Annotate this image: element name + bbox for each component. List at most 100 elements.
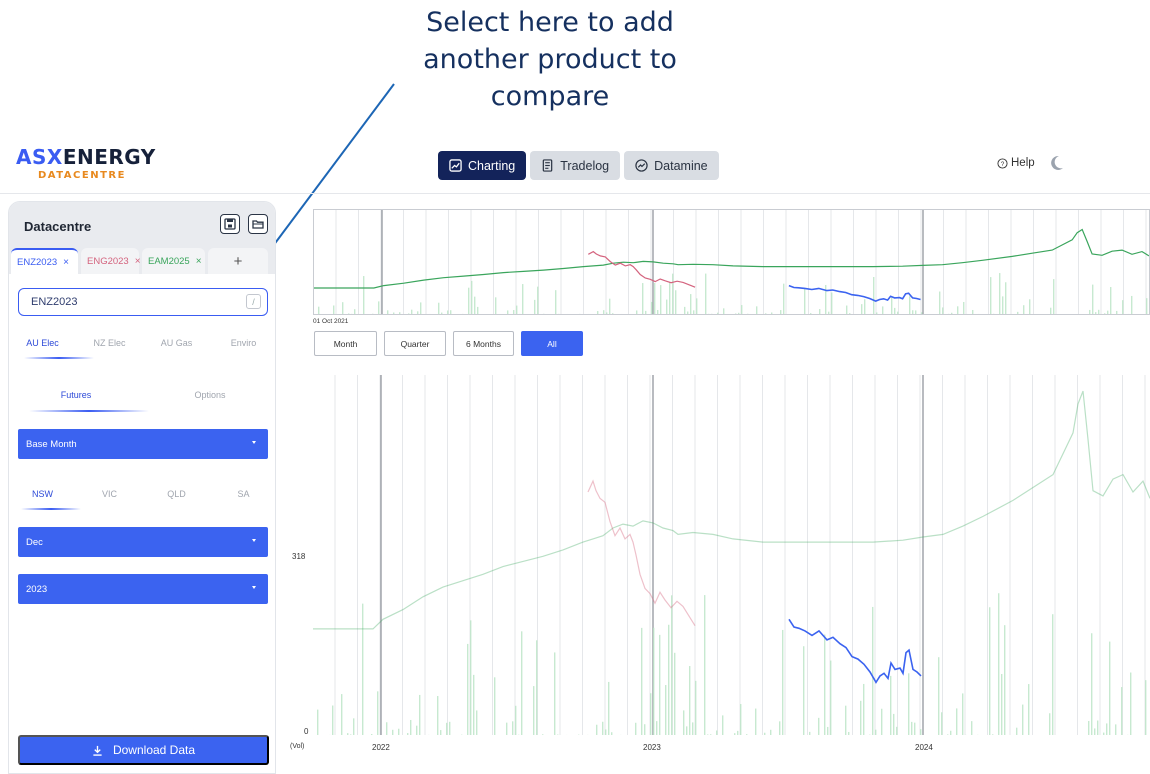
- dropdown-value: 2023: [26, 583, 48, 595]
- volume-bar: [318, 306, 320, 314]
- range-quarter-button[interactable]: Quarter: [384, 331, 446, 356]
- overview-chart[interactable]: [313, 209, 1150, 315]
- volume-bar: [722, 715, 724, 735]
- volume-bar: [737, 730, 739, 735]
- volume-bar: [810, 313, 812, 314]
- volume-bar: [689, 666, 691, 735]
- download-data-button[interactable]: Download Data: [18, 735, 269, 765]
- volume-bar: [860, 700, 862, 735]
- volume-bar: [450, 310, 452, 314]
- volume-bar: [507, 310, 509, 314]
- range-month-button[interactable]: Month: [314, 331, 377, 356]
- year-dropdown[interactable]: 2023: [18, 574, 268, 604]
- volume-bar: [971, 721, 973, 735]
- callout-line: Select here to add: [426, 7, 674, 38]
- range-all-button[interactable]: All: [521, 331, 583, 356]
- market-option-au-gas[interactable]: AU Gas: [143, 338, 210, 348]
- nav-charting-button[interactable]: Charting: [438, 151, 527, 180]
- volume-bar: [446, 722, 448, 735]
- volume-bar: [611, 732, 613, 735]
- volume-bar: [897, 311, 899, 314]
- tab-enz2023[interactable]: ENZ2023 ×: [11, 248, 78, 274]
- type-option-futures[interactable]: Futures: [9, 390, 143, 400]
- moon-icon[interactable]: [1050, 155, 1064, 171]
- help-circle-icon: ?: [997, 157, 1008, 169]
- volume-bar: [513, 310, 515, 314]
- volume-bar: [695, 680, 697, 735]
- region-option-nsw[interactable]: NSW: [9, 489, 76, 499]
- volume-bar: [1002, 296, 1004, 314]
- nav-tradelog-button[interactable]: Tradelog: [530, 151, 621, 180]
- volume-bar: [1110, 287, 1112, 314]
- volume-bar: [659, 634, 661, 735]
- volume-bar: [555, 290, 557, 314]
- tab-eam2025[interactable]: EAM2025 ×: [142, 248, 205, 274]
- volume-bar: [665, 685, 667, 735]
- volume-bar: [348, 313, 350, 314]
- caret-down-icon: [252, 539, 256, 542]
- contract-type-dropdown[interactable]: Base Month: [18, 429, 268, 459]
- volume-bar: [780, 310, 782, 314]
- volume-bar: [419, 694, 421, 735]
- y-tick-label: 318: [292, 552, 306, 561]
- market-option-enviro[interactable]: Enviro: [210, 338, 275, 348]
- main-price-chart[interactable]: [313, 375, 1150, 735]
- volume-bar: [1107, 310, 1109, 314]
- header-divider: [0, 193, 1150, 194]
- volume-bar: [746, 734, 748, 735]
- series-line: [588, 250, 696, 288]
- volume-bar: [1115, 724, 1117, 735]
- callout-line: compare: [490, 81, 610, 112]
- volume-bar: [891, 296, 893, 314]
- tab-eng2023[interactable]: ENG2023 ×: [81, 248, 141, 274]
- svg-text:?: ?: [1001, 160, 1005, 167]
- product-input-value: ENZ2023: [31, 296, 78, 308]
- market-option-nz-elec[interactable]: NZ Elec: [76, 338, 143, 348]
- month-dropdown[interactable]: Dec: [18, 527, 268, 557]
- volume-bar: [332, 705, 334, 735]
- volume-bar: [671, 595, 673, 735]
- volume-bar: [635, 722, 637, 735]
- region-option-sa[interactable]: SA: [210, 489, 275, 499]
- volume-bar: [912, 310, 914, 314]
- volume-bar: [536, 640, 538, 735]
- nav-datamine-button[interactable]: Datamine: [624, 151, 719, 180]
- product-search-input[interactable]: ENZ2023 /: [18, 288, 268, 316]
- open-button[interactable]: [248, 214, 268, 234]
- type-option-options[interactable]: Options: [143, 390, 275, 400]
- volume-bar: [951, 312, 953, 314]
- trend-icon: [635, 159, 648, 172]
- close-icon[interactable]: ×: [63, 257, 69, 268]
- volume-bar: [783, 283, 785, 314]
- volume-bar: [921, 312, 923, 314]
- volume-bar: [653, 627, 655, 735]
- close-icon[interactable]: ×: [135, 256, 141, 267]
- volume-bar: [437, 696, 439, 735]
- volume-bar: [920, 729, 922, 735]
- volume-bar: [893, 713, 895, 735]
- series-line: [587, 479, 696, 627]
- volume-bar: [894, 307, 896, 314]
- volume-bar: [740, 704, 742, 735]
- volume-bar: [470, 620, 472, 735]
- save-button[interactable]: [220, 214, 240, 234]
- market-option-au-elec[interactable]: AU Elec: [9, 338, 76, 348]
- volume-bar: [420, 302, 422, 314]
- add-product-tab-button[interactable]: +: [208, 248, 268, 274]
- volume-bar: [342, 302, 344, 314]
- close-icon[interactable]: ×: [196, 256, 202, 267]
- x-tick-label: 2024: [915, 743, 933, 752]
- volume-bar: [476, 710, 478, 735]
- range-6-months-button[interactable]: 6 Months: [453, 331, 514, 356]
- help-link[interactable]: ? Help: [997, 157, 1035, 169]
- tab-label: ENZ2023: [17, 256, 58, 268]
- region-option-qld[interactable]: QLD: [143, 489, 210, 499]
- region-option-vic[interactable]: VIC: [76, 489, 143, 499]
- volume-bar: [1131, 295, 1133, 314]
- volume-bar: [989, 607, 991, 735]
- volume-bar: [392, 729, 394, 735]
- volume-bar: [1130, 672, 1132, 735]
- volume-bar: [1095, 312, 1097, 314]
- logo: ASXENERGY DATACENTRE: [16, 145, 156, 181]
- volume-bar: [972, 309, 974, 314]
